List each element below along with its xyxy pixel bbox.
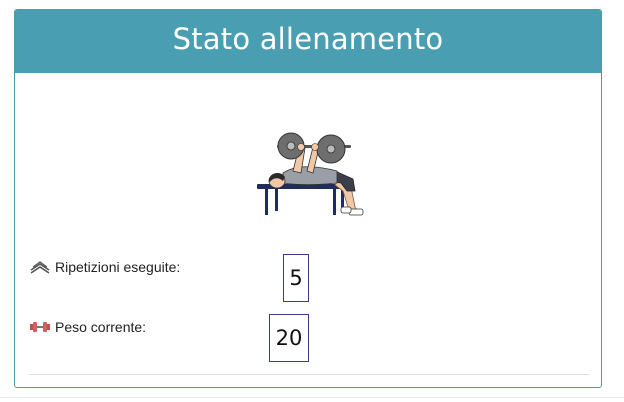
repetitions-value: 5 bbox=[283, 254, 309, 302]
weight-label: Peso corrente: bbox=[55, 319, 147, 335]
bench-press-illustration bbox=[257, 132, 364, 216]
panel-title: Stato allenamento bbox=[172, 21, 444, 56]
panel-header: Stato allenamento bbox=[15, 10, 601, 73]
repetitions-label: Ripetizioni eseguite: bbox=[55, 259, 181, 275]
repetitions-row: Ripetizioni eseguite: bbox=[29, 259, 180, 275]
page-divider bbox=[0, 397, 624, 398]
training-status-panel: Stato allenamento Ripetizioni eseguite: … bbox=[14, 9, 602, 388]
weight-value: 20 bbox=[269, 314, 309, 362]
panel-divider bbox=[29, 374, 589, 375]
chevrons-up-icon bbox=[30, 261, 50, 274]
weight-row: Peso corrente: bbox=[29, 319, 146, 335]
dumbbell-icon bbox=[30, 322, 50, 332]
